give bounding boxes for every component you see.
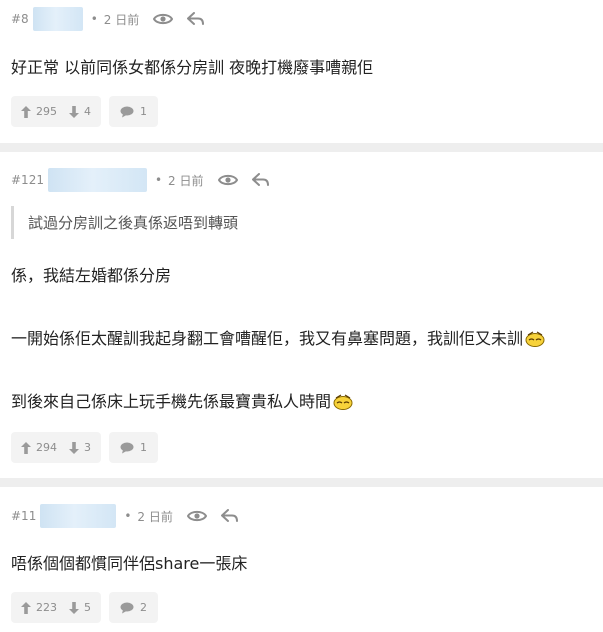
post-floor-number: #121 — [11, 173, 44, 187]
comment-post: #8 • 2 日前 好正常 以前同係女都係分房訓 夜晚打機廢事嘈親佢 295 4… — [0, 0, 603, 142]
chat-bubble-icon — [120, 106, 134, 117]
vote-bar: 294 3 — [11, 432, 101, 463]
username-blurred[interactable] — [40, 504, 117, 528]
arrow-down-icon — [69, 441, 79, 454]
eye-icon[interactable] — [186, 509, 207, 523]
arrow-down-icon — [69, 105, 79, 118]
arrow-up-icon — [21, 601, 31, 614]
reply-arrow-icon[interactable] — [251, 173, 270, 187]
downvote-button[interactable]: 3 — [69, 441, 91, 454]
vote-bar: 223 5 — [11, 592, 101, 623]
arrow-up-icon — [21, 441, 31, 454]
reply-count: 1 — [140, 105, 147, 118]
meta-separator: • — [124, 509, 132, 523]
downvote-button[interactable]: 5 — [69, 601, 91, 614]
post-separator — [0, 143, 603, 152]
post-floor-number: #11 — [11, 509, 37, 523]
post-text-line-with-emoji: 一開始係佢太醒訓我起身翻工會嘈醒佢，我又有鼻塞問題，我訓佢又未訓 — [11, 325, 545, 351]
post-text-line: 唔係個個都慣同伴侶share一張床 — [11, 554, 248, 573]
post-time: 2 日前 — [103, 12, 140, 27]
post-actions: 294 3 1 — [11, 432, 158, 463]
eye-icon[interactable] — [153, 12, 174, 26]
post-meta: #8 • 2 日前 — [11, 7, 205, 31]
quoted-text: 試過分房訓之後真係返唔到轉頭 — [11, 206, 238, 239]
arrow-down-icon — [69, 601, 79, 614]
chat-bubble-icon — [120, 442, 134, 453]
comment-button[interactable]: 1 — [109, 432, 158, 463]
username-blurred[interactable] — [47, 168, 147, 192]
post-actions: 295 4 1 — [11, 96, 158, 127]
post-actions: 223 5 2 — [11, 592, 158, 623]
post-text-line: 係，我結左婚都係分房 — [11, 266, 172, 285]
upvote-button[interactable]: 295 — [21, 105, 57, 118]
downvote-count: 3 — [84, 441, 91, 454]
post-text-line-with-emoji: 到後來自己係床上玩手機先係最寶貴私人時間 — [11, 388, 353, 414]
upvote-count: 223 — [36, 601, 57, 614]
reply-count: 2 — [140, 601, 147, 614]
reply-count: 1 — [140, 441, 147, 454]
post-time: 2 日前 — [168, 173, 204, 188]
meta-separator: • — [90, 12, 98, 26]
downvote-count: 5 — [84, 601, 91, 614]
post-text-line: 好正常 以前同係女都係分房訓 夜晚打機廢事嘈親佢 — [11, 58, 374, 77]
comment-post: #11 • 2 日前 唔係個個都慣同伴侶share一張床 223 5 2 — [0, 487, 603, 632]
eye-icon[interactable] — [217, 173, 238, 187]
sleepy-face-emoji-icon — [525, 331, 545, 351]
upvote-button[interactable]: 223 — [21, 601, 57, 614]
post-meta: #11 • 2 日前 — [11, 504, 239, 528]
post-time: 2 日前 — [137, 509, 173, 524]
post-text: 到後來自己係床上玩手機先係最寶貴私人時間 — [11, 392, 332, 411]
post-text: 一開始係佢太醒訓我起身翻工會嘈醒佢，我又有鼻塞問題，我訓佢又未訓 — [11, 329, 524, 348]
upvote-button[interactable]: 294 — [21, 441, 57, 454]
upvote-count: 294 — [36, 441, 57, 454]
comment-post: #121 • 2 日前 試過分房訓之後真係返唔到轉頭 係，我結左婚都係分房 一開… — [0, 152, 603, 477]
post-separator — [0, 478, 603, 487]
comment-button[interactable]: 2 — [109, 592, 158, 623]
chat-bubble-icon — [120, 602, 134, 613]
post-meta: #121 • 2 日前 — [11, 168, 270, 192]
downvote-count: 4 — [84, 105, 91, 118]
username-blurred[interactable] — [32, 7, 83, 31]
upvote-count: 295 — [36, 105, 57, 118]
reply-arrow-icon[interactable] — [187, 12, 205, 26]
vote-bar: 295 4 — [11, 96, 101, 127]
reply-arrow-icon[interactable] — [220, 509, 239, 523]
meta-separator: • — [154, 173, 163, 187]
comment-button[interactable]: 1 — [109, 96, 158, 127]
arrow-up-icon — [21, 105, 31, 118]
sleepy-face-emoji-icon — [333, 394, 353, 414]
post-floor-number: #8 — [11, 12, 29, 26]
downvote-button[interactable]: 4 — [69, 105, 91, 118]
